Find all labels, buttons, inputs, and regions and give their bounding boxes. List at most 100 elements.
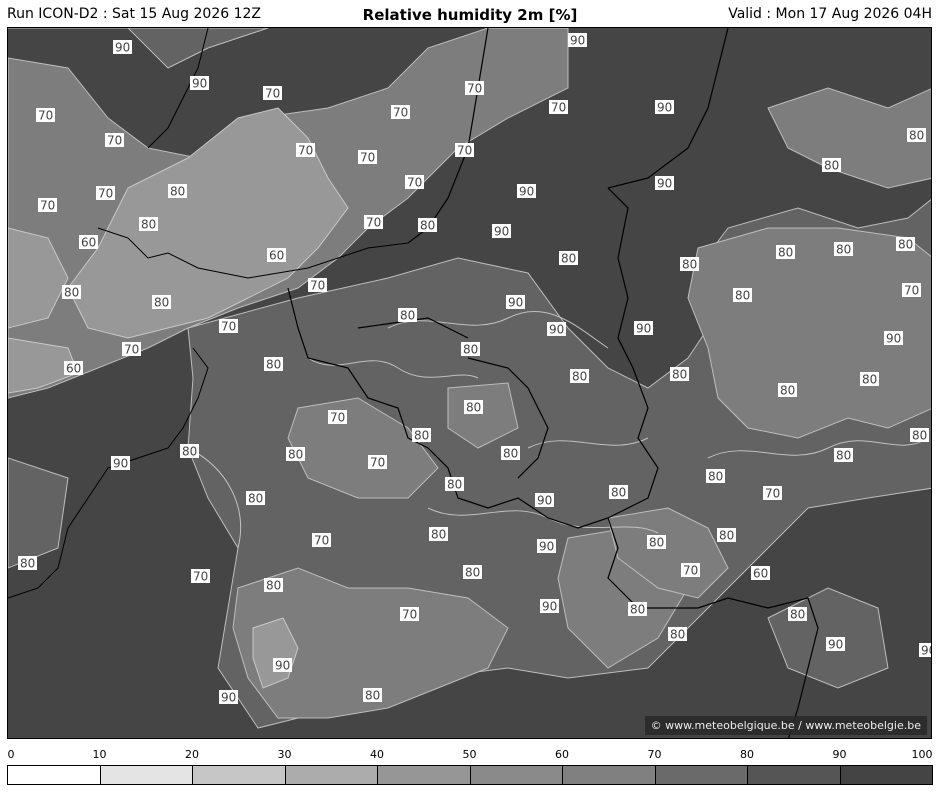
contour-label: 90 (517, 184, 536, 199)
svg-text:90: 90 (886, 332, 901, 346)
contour-label: 70 (455, 143, 474, 158)
svg-text:90: 90 (508, 296, 523, 310)
contour-label: 80 (733, 288, 752, 303)
colorbar-swatch (839, 765, 933, 785)
contour-label: 90 (884, 331, 903, 346)
svg-text:60: 60 (753, 567, 768, 581)
contour-label: 80 (412, 428, 431, 443)
contour-label: 90 (273, 658, 292, 673)
contour-label: 90 (535, 493, 554, 508)
svg-text:80: 80 (182, 445, 197, 459)
svg-text:80: 80 (466, 401, 481, 415)
contour-label: 70 (902, 283, 921, 298)
contour-label: 80 (706, 469, 725, 484)
contour-label: 80 (286, 447, 305, 462)
svg-text:70: 70 (457, 144, 472, 158)
colorbar-tick: 100 (911, 748, 933, 761)
contour-label: 80 (180, 444, 199, 459)
colorbar-tick: 40 (370, 748, 384, 761)
svg-text:90: 90 (537, 494, 552, 508)
contour-label: 80 (570, 369, 589, 384)
contour-label: 80 (668, 627, 687, 642)
contour-label: 70 (549, 100, 568, 115)
colorbar-swatch (99, 765, 193, 785)
contour-label: 70 (96, 186, 115, 201)
contour-label: 90 (506, 295, 525, 310)
svg-text:80: 80 (20, 557, 35, 571)
svg-text:80: 80 (649, 536, 664, 550)
contour-label: 90 (919, 643, 931, 658)
colorbar-swatch (747, 765, 841, 785)
svg-text:80: 80 (465, 566, 480, 580)
contour-label: 70 (465, 81, 484, 96)
valid-time: Valid : Mon 17 Aug 2026 04H (728, 6, 932, 22)
svg-text:70: 70 (765, 487, 780, 501)
colorbar-tick: 70 (647, 748, 662, 761)
contour-label: 90 (547, 322, 566, 337)
contour-label: 70 (105, 133, 124, 148)
colorbar-tick: 0 (7, 748, 15, 761)
svg-text:80: 80 (447, 478, 462, 492)
svg-text:70: 70 (402, 608, 417, 622)
svg-text:70: 70 (393, 106, 408, 120)
contour-label: 70 (763, 486, 782, 501)
humidity-map[interactable]: 90 90 90 70 70 70 70 70 70 90 70 70 80 70 70 70 80 80 90 70… (7, 27, 932, 739)
svg-text:90: 90 (115, 41, 130, 55)
contour-label: 90 (634, 321, 653, 336)
colorbar-tick: 90 (832, 748, 847, 761)
contour-label: 80 (910, 428, 929, 443)
svg-text:70: 70 (265, 87, 280, 101)
svg-text:80: 80 (824, 159, 839, 173)
contour-label: 90 (111, 456, 130, 471)
contour-label: 70 (191, 569, 210, 584)
contour-label: 80 (264, 578, 283, 593)
svg-text:70: 70 (310, 279, 325, 293)
svg-text:60: 60 (81, 236, 96, 250)
svg-text:80: 80 (898, 238, 913, 252)
svg-text:80: 80 (780, 384, 795, 398)
svg-text:70: 70 (124, 343, 139, 357)
svg-text:80: 80 (682, 258, 697, 272)
svg-text:80: 80 (836, 243, 851, 257)
contour-label: 90 (540, 599, 559, 614)
contour-label: 80 (139, 217, 158, 232)
contour-label: 70 (296, 143, 315, 158)
svg-text:80: 80 (431, 528, 446, 542)
colorbar-swatch (7, 765, 101, 785)
svg-text:80: 80 (611, 486, 626, 500)
colorbar-swatch (654, 765, 748, 785)
contour-label: 80 (559, 251, 578, 266)
contour-label: 90 (113, 40, 132, 55)
contour-label: 80 (429, 527, 448, 542)
svg-text:70: 70 (98, 187, 113, 201)
svg-text:80: 80 (414, 429, 429, 443)
svg-text:80: 80 (909, 129, 924, 143)
colorbar-tick: 10 (92, 748, 107, 761)
contour-label: 70 (263, 86, 282, 101)
svg-text:80: 80 (365, 689, 380, 703)
svg-text:80: 80 (154, 296, 169, 310)
svg-text:70: 70 (551, 101, 566, 115)
contour-label: 60 (751, 566, 770, 581)
contour-label: 80 (822, 158, 841, 173)
svg-text:70: 70 (366, 216, 381, 230)
svg-text:90: 90 (539, 540, 554, 554)
svg-text:80: 80 (266, 358, 281, 372)
contour-label: 80 (788, 607, 807, 622)
svg-text:80: 80 (64, 286, 79, 300)
svg-text:90: 90 (275, 659, 290, 673)
contour-label: 80 (776, 245, 795, 260)
contour-label: 70 (358, 150, 377, 165)
contour-label: 80 (628, 602, 647, 617)
contour-label: 70 (38, 198, 57, 213)
contour-label: 80 (62, 285, 81, 300)
svg-text:80: 80 (790, 608, 805, 622)
contour-label: 80 (896, 237, 915, 252)
svg-text:90: 90 (570, 34, 585, 48)
colorbar-tick: 80 (740, 748, 754, 761)
map-canvas: 90 90 90 70 70 70 70 70 70 90 70 70 80 70 70 70 80 80 90 70… (8, 28, 931, 738)
contour-label: 80 (778, 383, 797, 398)
contour-label: 60 (267, 248, 286, 263)
contour-label: 70 (122, 342, 141, 357)
svg-text:90: 90 (519, 185, 534, 199)
